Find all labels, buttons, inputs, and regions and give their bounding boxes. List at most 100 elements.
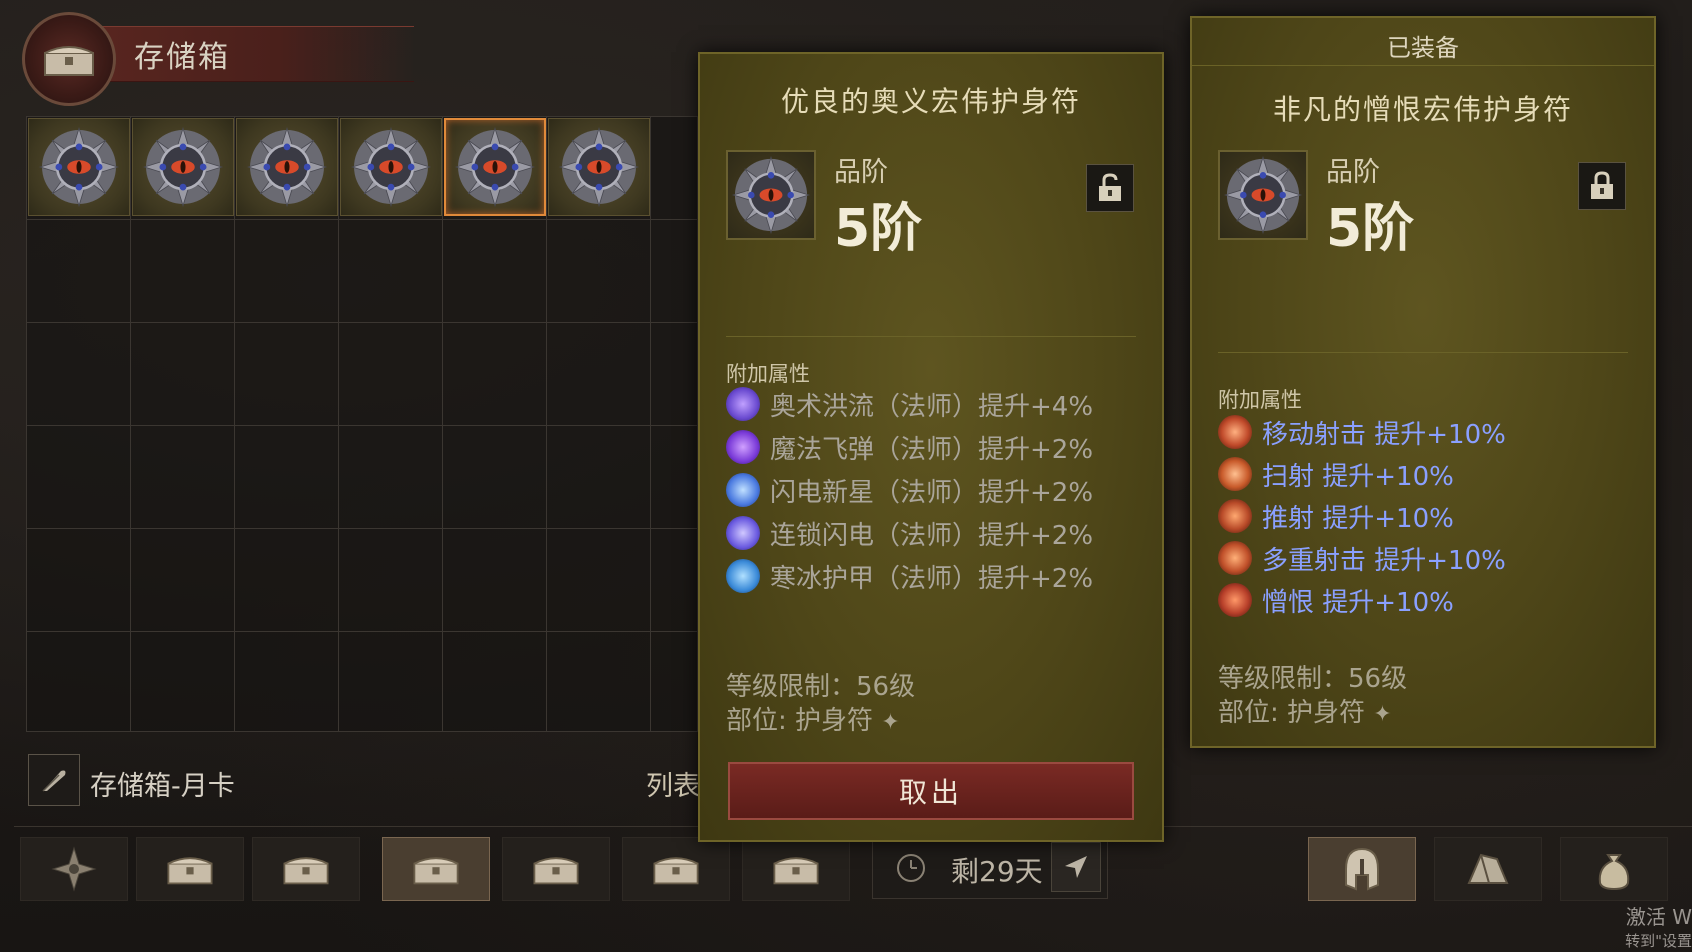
equip-slot-text: 部位: 护身符 xyxy=(1218,698,1366,728)
chest-icon xyxy=(163,851,217,887)
inventory-slot-selected[interactable] xyxy=(444,118,546,216)
inventory-slot[interactable] xyxy=(548,118,650,216)
feather-icon xyxy=(42,770,66,792)
frost-armor-icon xyxy=(726,559,760,593)
item-title: 优良的奥义宏伟护身符 xyxy=(780,85,1081,118)
chest-icon xyxy=(409,851,463,887)
impale-icon xyxy=(1218,499,1252,533)
unlocked-icon xyxy=(1099,173,1121,201)
tab-currency[interactable] xyxy=(1560,837,1668,901)
affix-text: 寒冰护甲（法师）提升+2% xyxy=(770,563,1094,594)
amulet-icon xyxy=(557,125,641,209)
rename-button[interactable] xyxy=(28,754,80,806)
tab-compass[interactable] xyxy=(20,837,128,901)
chest-icon xyxy=(769,851,823,887)
bag-icon xyxy=(1598,854,1630,891)
tab-chest-2[interactable] xyxy=(252,837,360,901)
storage-label-row: 存储箱-月卡 列表 xyxy=(28,754,708,808)
strafe-icon xyxy=(1218,457,1252,491)
lightning-nova-icon xyxy=(726,473,760,507)
affix-section-label: 附加属性 xyxy=(1218,388,1302,412)
tab-chest-4[interactable] xyxy=(502,837,610,901)
tier-label: 品阶 xyxy=(1326,157,1380,188)
send-button[interactable] xyxy=(1051,842,1101,892)
tier-label: 品阶 xyxy=(834,157,888,188)
timer-box: 剩29天 xyxy=(872,835,1108,899)
days-remaining: 剩29天 xyxy=(951,855,1043,888)
affix-text: 移动射击 提升+10% xyxy=(1262,419,1506,450)
divider xyxy=(1218,352,1628,353)
gem-icon xyxy=(1467,853,1509,884)
compass-icon xyxy=(51,846,97,892)
affix-text: 推射 提升+10% xyxy=(1262,503,1454,534)
equipped-header: 已装备 xyxy=(1192,18,1654,66)
level-requirement: 等级限制：56级 xyxy=(726,672,916,702)
tier-value: 5阶 xyxy=(834,199,923,259)
tab-materials[interactable] xyxy=(1434,837,1542,901)
lock-toggle[interactable] xyxy=(1086,164,1134,212)
list-view-button[interactable]: 列表 xyxy=(646,764,700,803)
equip-slot-text: 部位: 护身符 xyxy=(726,706,874,736)
affix-text: 多重射击 提升+10% xyxy=(1262,545,1506,576)
affix-row: 推射 提升+10% xyxy=(1218,496,1454,536)
level-requirement: 等级限制：56级 xyxy=(1218,664,1408,694)
item-title: 非凡的憎恨宏伟护身符 xyxy=(1272,93,1573,126)
chest-emblem-icon xyxy=(22,12,116,106)
take-out-button[interactable]: 取出 xyxy=(728,762,1134,820)
affix-row: 寒冰护甲（法师）提升+2% xyxy=(726,556,1093,596)
activation-watermark-line1: 激活 W xyxy=(1625,905,1692,929)
amulet-icon xyxy=(37,125,121,209)
affix-text: 魔法飞弹（法师）提升+2% xyxy=(770,434,1094,465)
tab-chest-6[interactable] xyxy=(742,837,850,901)
storage-name: 存储箱-月卡 xyxy=(90,771,235,802)
inventory-slot[interactable] xyxy=(236,118,338,216)
inventory-slot[interactable] xyxy=(132,118,234,216)
amulet-icon xyxy=(453,125,537,209)
amulet-icon xyxy=(349,125,433,209)
send-icon xyxy=(1065,856,1087,878)
lock-toggle[interactable] xyxy=(1578,162,1626,210)
affix-row: 移动射击 提升+10% xyxy=(1218,412,1506,452)
arcane-torrent-icon xyxy=(726,387,760,421)
chest-icon xyxy=(529,851,583,887)
item-tooltip-compare: 优良的奥义宏伟护身符 品阶 5阶 附加属性 奥术洪流（法师）提升+4% 魔法飞弹… xyxy=(698,52,1164,842)
affix-text: 闪电新星（法师）提升+2% xyxy=(770,477,1094,508)
affix-row: 奥术洪流（法师）提升+4% xyxy=(726,384,1093,424)
tier-value: 5阶 xyxy=(1326,199,1415,259)
affix-row: 连锁闪电（法师）提升+2% xyxy=(726,513,1093,553)
amulet-icon xyxy=(245,125,329,209)
evasive-fire-icon xyxy=(1218,415,1252,449)
locked-icon xyxy=(1591,171,1613,199)
tab-chest-5[interactable] xyxy=(622,837,730,901)
chest-icon xyxy=(279,851,333,887)
vengeance-icon xyxy=(1218,583,1252,617)
affix-text: 连锁闪电（法师）提升+2% xyxy=(770,520,1094,551)
stash-grid xyxy=(26,116,698,732)
multishot-icon xyxy=(1218,541,1252,575)
affix-text: 憎恨 提升+10% xyxy=(1262,587,1454,618)
page-title: 存储箱 xyxy=(134,40,230,75)
amulet-icon xyxy=(141,125,225,209)
activation-watermark-line2: 转到"设置 xyxy=(1625,932,1692,950)
tab-chest-3[interactable] xyxy=(382,837,490,901)
stash-header: 存储箱 xyxy=(14,8,414,106)
helmet-icon xyxy=(1345,847,1379,891)
tab-equipment[interactable] xyxy=(1308,837,1416,901)
affix-row: 魔法飞弹（法师）提升+2% xyxy=(726,427,1093,467)
title-banner xyxy=(74,26,414,82)
amulet-icon xyxy=(1222,154,1304,236)
inventory-slot[interactable] xyxy=(28,118,130,216)
clock-icon xyxy=(897,854,925,882)
affix-row: 多重射击 提升+10% xyxy=(1218,538,1506,578)
affix-text: 奥术洪流（法师）提升+4% xyxy=(770,391,1094,422)
amulet-slot-icon: ✦ xyxy=(1373,702,1392,727)
chest-icon xyxy=(649,851,703,887)
chain-lightning-icon xyxy=(726,516,760,550)
equip-slot: 部位: 护身符 ✦ xyxy=(1218,692,1392,729)
item-icon-frame xyxy=(1218,150,1308,240)
tab-chest-1[interactable] xyxy=(136,837,244,901)
inventory-slot[interactable] xyxy=(340,118,442,216)
affix-text: 扫射 提升+10% xyxy=(1262,461,1454,492)
amulet-icon xyxy=(730,154,812,236)
amulet-slot-icon: ✦ xyxy=(881,710,900,735)
